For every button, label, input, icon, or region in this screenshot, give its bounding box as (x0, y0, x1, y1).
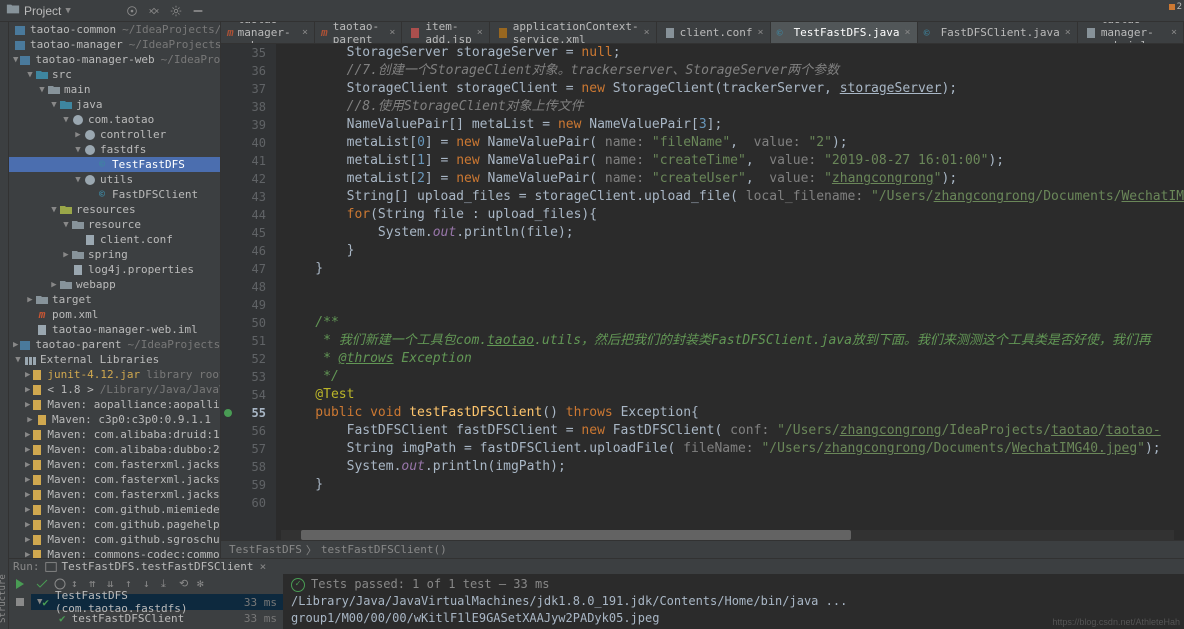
tree-item[interactable]: ▼java (9, 97, 220, 112)
horizontal-scrollbar[interactable] (281, 530, 1174, 540)
structure-tab[interactable]: Structure (0, 22, 8, 629)
tree-item[interactable]: taotao-manager~/IdeaProjects/taotao/t (9, 37, 220, 52)
tree-item[interactable]: ▼resource (9, 217, 220, 232)
tree-item[interactable]: ▶target (9, 292, 220, 307)
close-icon[interactable]: × (260, 560, 267, 573)
project-toolbar: Project ▼ (0, 0, 1184, 22)
scrollbar-thumb[interactable] (301, 530, 851, 540)
breadcrumb-method[interactable]: testFastDFSClient() (321, 543, 447, 556)
gear-icon[interactable] (168, 3, 184, 19)
tree-item[interactable]: ▼resources (9, 202, 220, 217)
editor-tab[interactable]: ©TestFastDFS.java× (771, 22, 918, 43)
tree-item[interactable]: ▶Maven: com.fasterxml.jackson.core: (9, 472, 220, 487)
check-icon: ✓ (291, 578, 305, 592)
run-side-toolbar (9, 574, 31, 629)
test-root-row[interactable]: ▼ ✔ TestFastDFS (com.taotao.fastdfs) 33 … (31, 594, 283, 610)
run-label: Run: (13, 560, 40, 573)
project-label[interactable]: Project (24, 4, 61, 18)
tree-item[interactable]: ▶webapp (9, 277, 220, 292)
tool-window-bar[interactable]: Structure 1: Project (0, 22, 9, 629)
tree-item[interactable]: ▼utils (9, 172, 220, 187)
tree-item[interactable]: ▼src (9, 67, 220, 82)
rerun-icon[interactable] (12, 576, 28, 592)
tree-scroll[interactable]: taotao-common~/IdeaProjects/taotao/ttaot… (9, 22, 220, 558)
close-tab-icon[interactable]: × (1171, 27, 1177, 38)
tree-item[interactable]: ▶Maven: com.github.miemiedev:myba (9, 502, 220, 517)
tree-item[interactable]: ▼main (9, 82, 220, 97)
editor-tab[interactable]: ©FastDFSClient.java× (918, 22, 1078, 43)
editor-tabs: mtaotao-manager-web×mtaotao-parent×item-… (221, 22, 1184, 44)
expand-icon[interactable] (146, 3, 162, 19)
ok-icon: ✔ (59, 612, 66, 625)
target-icon[interactable] (124, 3, 140, 19)
run-header: Run: TestFastDFS.testFastDFSClient × (9, 559, 1184, 574)
hide-icon[interactable] (190, 3, 206, 19)
watermark: https://blog.csdn.net/AthleteHah (1052, 617, 1180, 627)
tree-item[interactable]: ▼fastdfs (9, 142, 220, 157)
tree-item[interactable]: client.conf (9, 232, 220, 247)
project-tree: taotao-common~/IdeaProjects/taotao/ttaot… (9, 22, 221, 558)
tree-item[interactable]: ▶Maven: com.github.pagehelper:page (9, 517, 220, 532)
test-tree: ↕ ⇈ ⇊ ↑ ↓ ⤓ ⟲ ✻ ▼ ✔ TestFastDFS (com.tao… (31, 574, 283, 629)
tree-item[interactable]: ▶Maven: aopalliance:aopalliance:1.0 (9, 397, 220, 412)
tree-item[interactable]: taotao-manager-web.iml (9, 322, 220, 337)
tree-item[interactable]: ▶junit-4.12.jarlibrary root (9, 367, 220, 382)
tree-item[interactable]: ▶< 1.8 >/Library/Java/JavaVirtualMac (9, 382, 220, 397)
close-tab-icon[interactable]: × (477, 27, 483, 38)
editor-area: mtaotao-manager-web×mtaotao-parent×item-… (221, 22, 1184, 558)
warning-icon (1169, 4, 1175, 10)
editor-tab[interactable]: applicationContext-service.xml× (490, 22, 657, 43)
tree-item[interactable]: taotao-common~/IdeaProjects/taotao/t (9, 22, 220, 37)
tree-item[interactable]: ▶Maven: com.alibaba:dubbo:2.5.3 (9, 442, 220, 457)
editor-body: 3536373839404142434445464748495051525354… (221, 44, 1184, 540)
breadcrumb-class[interactable]: TestFastDFS (229, 543, 302, 556)
tests-passed-row: ✓ Tests passed: 1 of 1 test – 33 ms (291, 576, 1176, 593)
output-line: /Library/Java/JavaVirtualMachines/jdk1.8… (291, 593, 1176, 610)
tree-item[interactable]: ▼External Libraries (9, 352, 220, 367)
show-passed-icon[interactable] (35, 577, 49, 591)
editor-tab[interactable]: item-add.jsp× (402, 22, 489, 43)
chevron-down-icon[interactable]: ▼ (65, 6, 70, 16)
close-tab-icon[interactable]: × (302, 27, 308, 38)
tree-item[interactable]: ©FastDFSClient (9, 187, 220, 202)
run-output[interactable]: ✓ Tests passed: 1 of 1 test – 33 ms /Lib… (283, 574, 1184, 629)
tree-item[interactable]: ▶Maven: commons-codec:commons- (9, 547, 220, 558)
editor-tab[interactable]: mtaotao-parent× (315, 22, 402, 43)
close-tab-icon[interactable]: × (905, 27, 911, 38)
run-config-name[interactable]: TestFastDFS.testFastDFSClient (62, 560, 254, 573)
editor-tab[interactable]: mtaotao-manager-web× (221, 22, 315, 43)
tree-item[interactable]: ▼taotao-manager-web~/IdeaProjects/t (9, 52, 220, 67)
close-tab-icon[interactable]: × (389, 27, 395, 38)
tree-item[interactable]: ©TestFastDFS (9, 157, 220, 172)
tree-item[interactable]: mpom.xml (9, 307, 220, 322)
tree-item[interactable]: ▶Maven: c3p0:c3p0:0.9.1.1 (9, 412, 220, 427)
tree-item[interactable]: ▶Maven: com.fasterxml.jackson.core: (9, 487, 220, 502)
editor-tab[interactable]: client.conf× (657, 22, 771, 43)
stop-icon[interactable] (12, 594, 28, 610)
breadcrumb: TestFastDFS 〉 testFastDFSClient() (221, 540, 1184, 558)
tree-item[interactable]: ▶controller (9, 127, 220, 142)
notification-badge[interactable]: 2 (1169, 2, 1182, 12)
ok-icon: ✔ (42, 596, 49, 609)
tree-item[interactable]: ▶Maven: com.github.sgroschupf:zkcl (9, 532, 220, 547)
tree-item[interactable]: ▶Maven: com.alibaba:druid:1.0.9 (9, 427, 220, 442)
gutter: 3536373839404142434445464748495051525354… (221, 44, 276, 540)
editor-tab[interactable]: taotao-manager-web.iml× (1078, 22, 1184, 43)
code-area[interactable]: StorageServer storageServer = null; //7.… (276, 44, 1184, 540)
run-config-icon (44, 560, 58, 574)
close-tab-icon[interactable]: × (758, 27, 764, 38)
run-panel: Run: TestFastDFS.testFastDFSClient × ↕ ⇈… (9, 558, 1184, 629)
tree-item[interactable]: ▶Maven: com.fasterxml.jackson.core: (9, 457, 220, 472)
project-icon (6, 2, 20, 19)
tree-item[interactable]: log4j.properties (9, 262, 220, 277)
close-tab-icon[interactable]: × (644, 27, 650, 38)
tree-item[interactable]: ▶spring (9, 247, 220, 262)
tree-item[interactable]: ▶taotao-parent~/IdeaProjects/taotao/ta (9, 337, 220, 352)
close-tab-icon[interactable]: × (1065, 27, 1071, 38)
output-line: group1/M00/00/00/wKitlF1lE9GASetXAAJyw2P… (291, 610, 1176, 627)
tree-item[interactable]: ▼com.taotao (9, 112, 220, 127)
